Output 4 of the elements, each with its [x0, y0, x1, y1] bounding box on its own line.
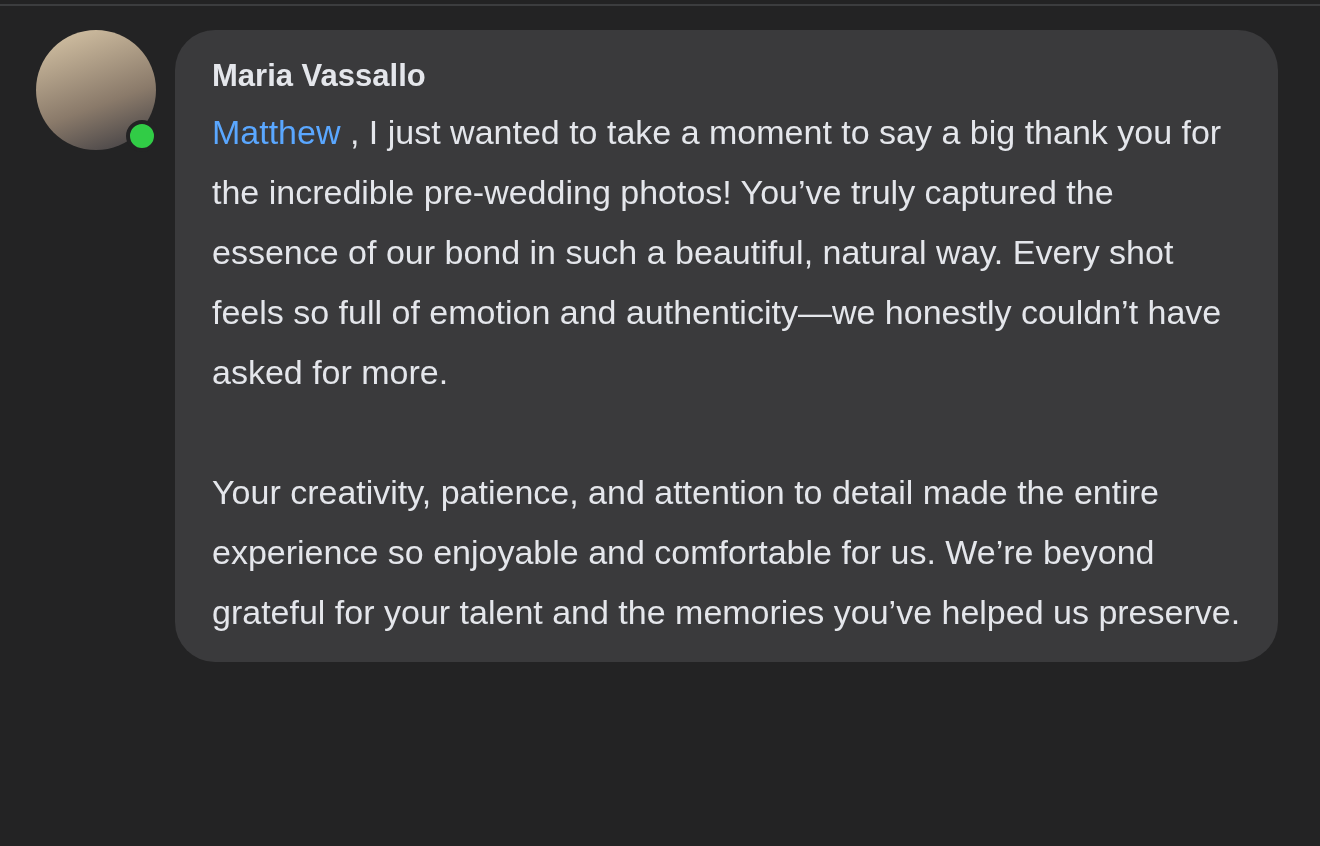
comment-paragraph: Your creativity, patience, and attention to detail made the entire experience so enjoyable and comfortable for us. We’re beyond grateful for your talent and the memories you’ve helped us preserve.	[212, 472, 1242, 633]
mention-link[interactable]: Matthew	[212, 113, 341, 151]
author-name[interactable]: Maria Vassallo	[212, 54, 1242, 98]
comment-paragraph: Matthew , I just wanted to take a moment to say a big thank you for the incredible pre-wedding photos! You’ve truly captured the essence of our bond in such a beautiful, natural way. Every shot feels so full of emotion and authenticity—we honestly couldn’t have asked for more.	[212, 112, 1223, 393]
